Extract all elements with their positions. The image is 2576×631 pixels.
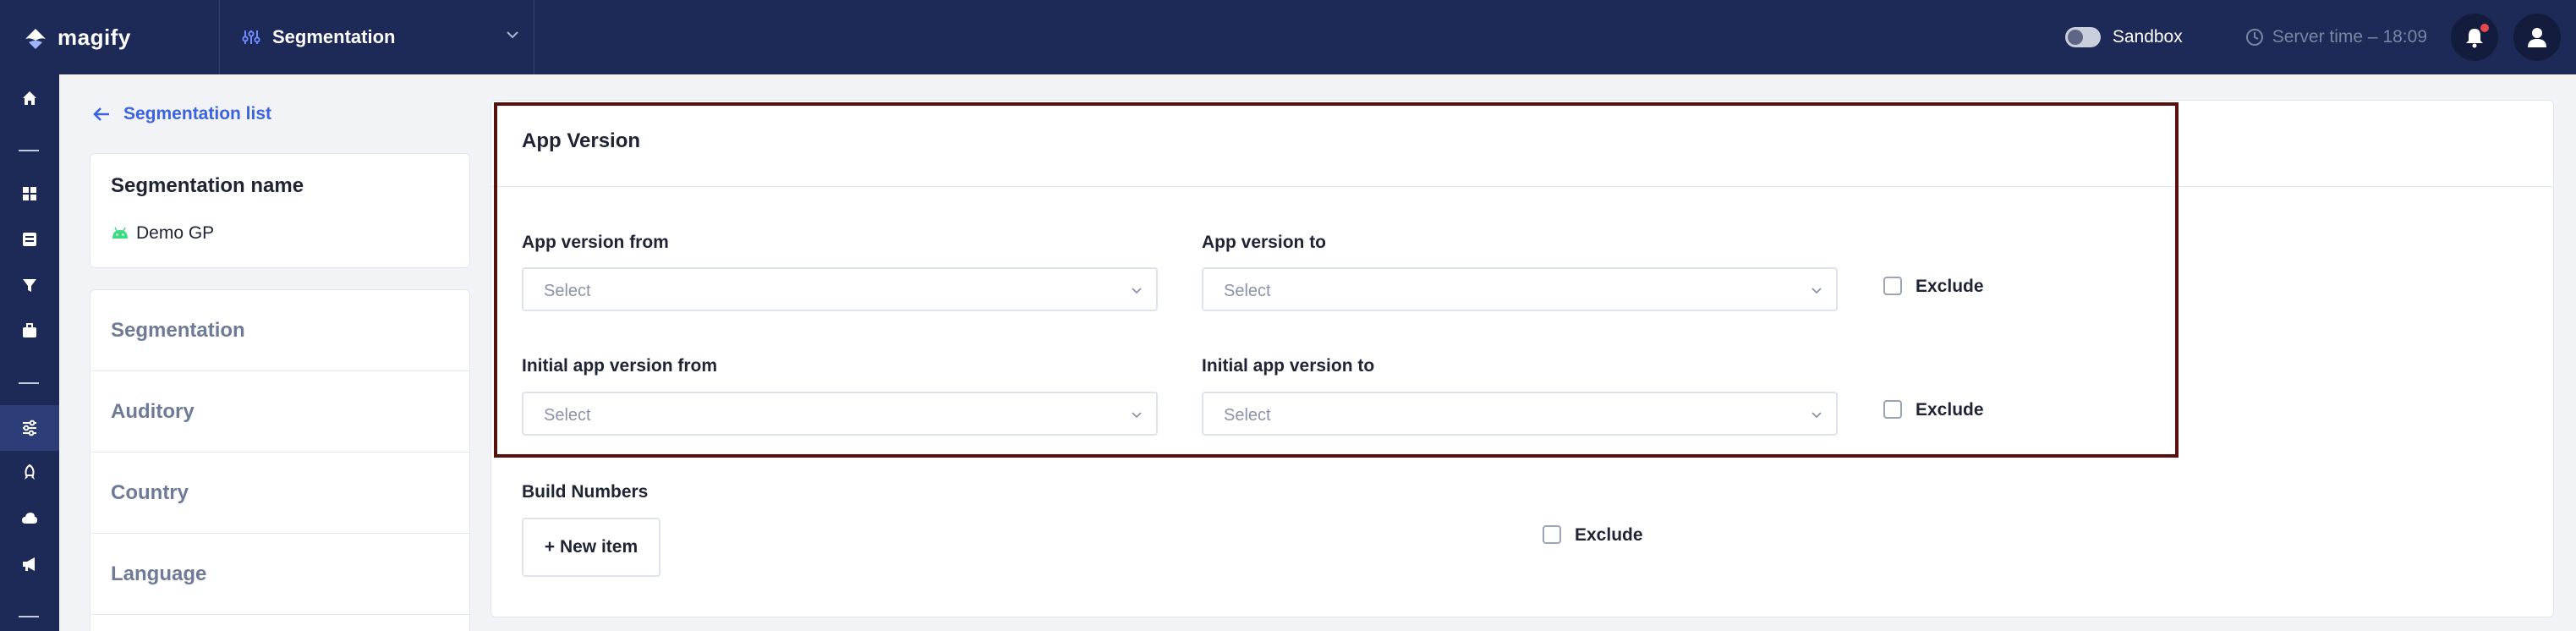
notifications-button[interactable] (2451, 14, 2498, 61)
app-version-to-label: App version to (1202, 233, 1327, 252)
build-numbers-label: Build Numbers (522, 482, 649, 502)
home-icon (23, 91, 36, 105)
announcements-nav[interactable] (0, 547, 59, 581)
server-time: Server time – 18:09 (2272, 27, 2427, 47)
segment-selector-label: Segmentation (272, 26, 396, 47)
initial-app-version-from-select[interactable]: Select (522, 392, 1158, 436)
icon-rail (0, 74, 59, 631)
briefcase-icon (23, 323, 36, 337)
clock-icon (2245, 29, 2263, 46)
chevron-down-icon (1132, 288, 1142, 294)
back-link-label: Segmentation list (123, 104, 272, 123)
android-icon (112, 227, 128, 239)
sandbox-toggle[interactable] (2064, 27, 2101, 47)
logo[interactable]: magify (0, 0, 220, 74)
segmentation-sections-menu: Segmentation Auditory Country Language (90, 289, 470, 631)
list-nav[interactable] (0, 222, 59, 256)
sandbox-label: Sandbox (2112, 27, 2183, 47)
logo-icon (25, 29, 46, 49)
back-to-segmentation-list[interactable]: Segmentation list (91, 104, 271, 124)
app-version-from-label: App version from (522, 233, 669, 252)
app-version-to-select[interactable]: Select (1202, 267, 1838, 311)
select-placeholder: Select (1224, 282, 1271, 300)
menu-item-country[interactable]: Country (90, 453, 469, 534)
megaphone-icon (23, 557, 35, 571)
launch-nav[interactable] (0, 456, 59, 490)
exclude-label: Exclude (1916, 277, 1984, 296)
new-build-number-button[interactable]: + New item (522, 518, 660, 577)
exclude-build-numbers-checkbox[interactable] (1543, 525, 1561, 544)
initial-app-version-to-label: Initial app version to (1202, 356, 1375, 376)
menu-item-language[interactable]: Language (90, 534, 469, 615)
user-icon (2528, 28, 2546, 47)
segment-selector[interactable]: Segmentation (220, 0, 534, 74)
exclude-app-version-checkbox[interactable] (1883, 277, 1902, 295)
chevron-down-icon (1811, 412, 1822, 419)
cloud-icon (22, 513, 37, 524)
initial-app-version-from-label: Initial app version from (522, 356, 718, 376)
grid-icon (23, 187, 36, 200)
menu-item-segmentation[interactable]: Segmentation (90, 290, 469, 371)
chevron-down-icon (1811, 288, 1822, 294)
list-icon (23, 233, 36, 246)
select-placeholder: Select (544, 406, 591, 425)
top-bar: magify Segmentation Sandbox Server time … (0, 0, 2576, 74)
filter-nav[interactable] (0, 268, 59, 302)
rail-divider (19, 382, 39, 384)
cloud-nav[interactable] (0, 502, 59, 535)
segmentation-name-card: Segmentation name Demo GP (90, 153, 470, 268)
app-version-from-select[interactable]: Select (522, 267, 1158, 311)
rail-divider (19, 616, 39, 617)
menu-item-auditory[interactable]: Auditory (90, 371, 469, 453)
app-name-label: Demo GP (136, 223, 215, 243)
rocket-icon (25, 464, 35, 480)
rail-divider (19, 150, 39, 151)
arrow-left-icon (93, 107, 109, 121)
user-menu-button[interactable] (2513, 14, 2561, 61)
select-placeholder: Select (1224, 406, 1271, 425)
sliders-icon (23, 420, 36, 436)
app-name: Demo GP (111, 223, 214, 244)
segmentation-nav[interactable] (0, 405, 59, 451)
notification-badge (2480, 24, 2489, 32)
campaigns-nav[interactable] (0, 314, 59, 348)
segmentation-name-title: Segmentation name (111, 174, 304, 197)
home-nav[interactable] (0, 81, 59, 115)
filter-icon (23, 279, 36, 292)
logo-text: magify (58, 24, 131, 50)
exclude-label: Exclude (1575, 525, 1643, 545)
exclude-label: Exclude (1916, 400, 1984, 420)
initial-app-version-to-select[interactable]: Select (1202, 392, 1838, 436)
exclude-initial-app-version-checkbox[interactable] (1883, 400, 1902, 419)
select-placeholder: Select (544, 282, 591, 300)
chevron-down-icon (1132, 412, 1142, 419)
dashboard-nav[interactable] (0, 177, 59, 211)
sliders-icon (242, 30, 260, 44)
chevron-down-icon (507, 31, 518, 39)
